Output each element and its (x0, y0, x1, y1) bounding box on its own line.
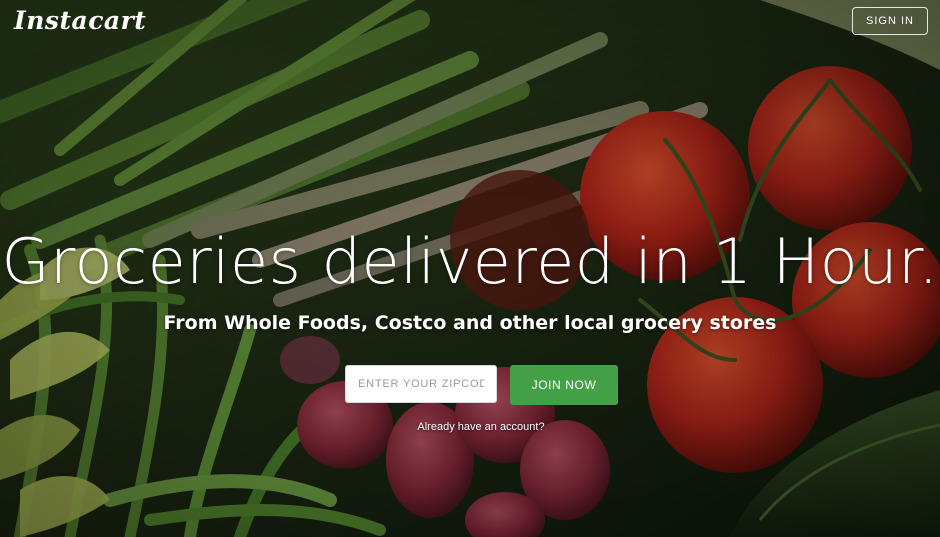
sign-in-button[interactable]: SIGN IN (852, 7, 928, 35)
zipcode-input[interactable] (345, 365, 497, 403)
hero-headline: Groceries delivered in 1 Hour. (1, 225, 939, 298)
instacart-logo[interactable]: Instacart (14, 6, 146, 35)
join-now-button[interactable]: JOIN NOW (510, 365, 618, 405)
hero-subheadline: From Whole Foods, Costco and other local… (163, 312, 777, 334)
already-have-account-link[interactable]: Already have an account? (0, 421, 940, 433)
